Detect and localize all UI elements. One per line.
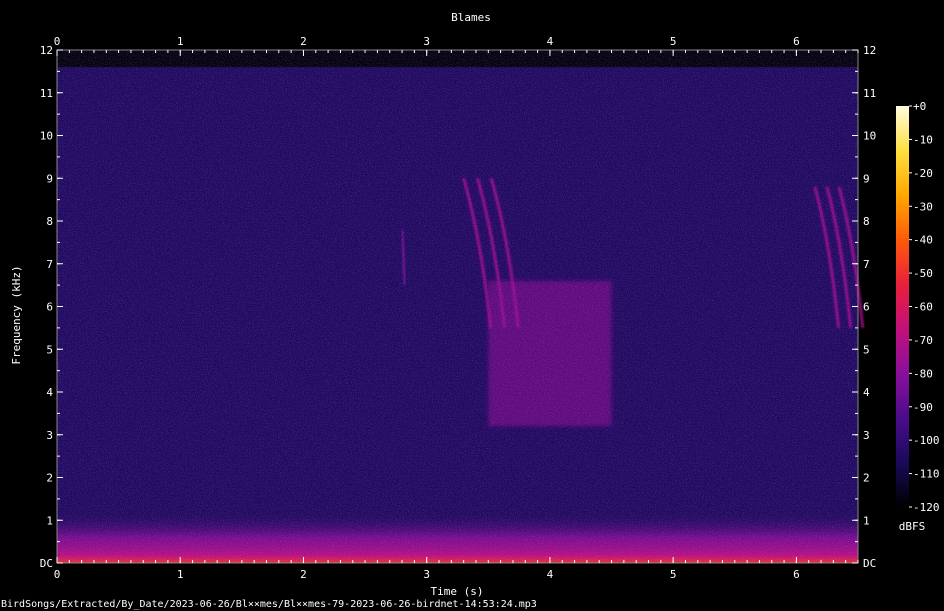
y-tick-label-left: 8 <box>46 215 53 228</box>
y-tick-label-right: DC <box>863 557 876 570</box>
y-tick-label-right: 7 <box>863 258 870 271</box>
x-tick-label-bottom: 5 <box>670 568 677 581</box>
y-tick-label-left: 4 <box>46 386 53 399</box>
colorbar-tick-label: -120 <box>913 501 940 514</box>
y-tick-label-left: 7 <box>46 258 53 271</box>
colorbar-tick-label: -90 <box>913 401 933 414</box>
x-tick-label-top: 1 <box>177 35 184 48</box>
x-tick-label-bottom: 3 <box>423 568 430 581</box>
file-path: BirdSongs/Extracted/By_Date/2023-06-26/B… <box>1 599 537 610</box>
y-tick-label-left: 11 <box>40 87 53 100</box>
y-tick-label-left: DC <box>40 557 53 570</box>
y-tick-label-right: 5 <box>863 343 870 356</box>
y-tick-label-left: 5 <box>46 343 53 356</box>
colorbar-tick-label: -50 <box>913 267 933 280</box>
y-tick-label-left: 12 <box>40 44 53 57</box>
colorbar-tick-label: -20 <box>913 167 933 180</box>
y-tick-label-left: 6 <box>46 301 53 314</box>
chart-title: Blames <box>451 11 491 24</box>
x-tick-label-bottom: 0 <box>54 568 61 581</box>
x-tick-label-top: 2 <box>300 35 307 48</box>
x-tick-label-top: 0 <box>54 35 61 48</box>
y-tick-label-right: 9 <box>863 172 870 185</box>
x-tick-label-top: 5 <box>670 35 677 48</box>
spectrogram-noise-texture <box>57 50 858 563</box>
y-tick-label-left: 1 <box>46 514 53 527</box>
x-tick-label-top: 4 <box>547 35 554 48</box>
y-tick-label-left: 10 <box>40 130 53 143</box>
colorbar-tick-label: -10 <box>913 133 933 146</box>
colorbar-tick-label: -30 <box>913 200 933 213</box>
x-tick-label-bottom: 2 <box>300 568 307 581</box>
x-tick-label-bottom: 6 <box>793 568 800 581</box>
y-axis-label: Frequency (kHz) <box>10 265 23 364</box>
x-tick-label-bottom: 4 <box>547 568 554 581</box>
colorbar-tick-label: -60 <box>913 301 933 314</box>
colorbar-tick-label: -40 <box>913 234 933 247</box>
x-tick-label-top: 6 <box>793 35 800 48</box>
y-tick-label-left: 3 <box>46 429 53 442</box>
colorbar-label: dBFS <box>899 520 926 533</box>
y-tick-label-right: 4 <box>863 386 870 399</box>
y-tick-label-left: 2 <box>46 472 53 485</box>
y-tick-label-right: 3 <box>863 429 870 442</box>
y-tick-label-right: 8 <box>863 215 870 228</box>
spectrogram-chart: Blames 00112233445566DC DC1 12 23 34 45 56 67 78… <box>10 11 940 598</box>
y-tick-label-right: 6 <box>863 301 870 314</box>
colorbar: +0 -10 -20 -30 -40 -50 -60 -70 -80 -90 -100 -110 -12… <box>896 100 940 533</box>
y-tick-label-right: 1 <box>863 514 870 527</box>
y-tick-label-right: 10 <box>863 130 876 143</box>
colorbar-tick-label: -100 <box>913 434 940 447</box>
y-tick-label-left: 9 <box>46 172 53 185</box>
plot-area <box>56 49 865 564</box>
x-axis-label: Time (s) <box>431 585 484 598</box>
y-tick-label-right: 2 <box>863 472 870 485</box>
x-tick-label-bottom: 1 <box>177 568 184 581</box>
y-tick-label-right: 12 <box>863 44 876 57</box>
colorbar-tick-label: +0 <box>913 100 926 113</box>
x-tick-label-top: 3 <box>423 35 430 48</box>
y-tick-label-right: 11 <box>863 87 876 100</box>
colorbar-tick-label: -70 <box>913 334 933 347</box>
colorbar-ticks: +0 -10 -20 -30 -40 -50 -60 -70 -80 -90 -100 -110 -12… <box>909 100 940 514</box>
colorbar-tick-label: -80 <box>913 367 933 380</box>
colorbar-tick-label: -110 <box>913 468 940 481</box>
colorbar-gradient <box>896 106 909 507</box>
